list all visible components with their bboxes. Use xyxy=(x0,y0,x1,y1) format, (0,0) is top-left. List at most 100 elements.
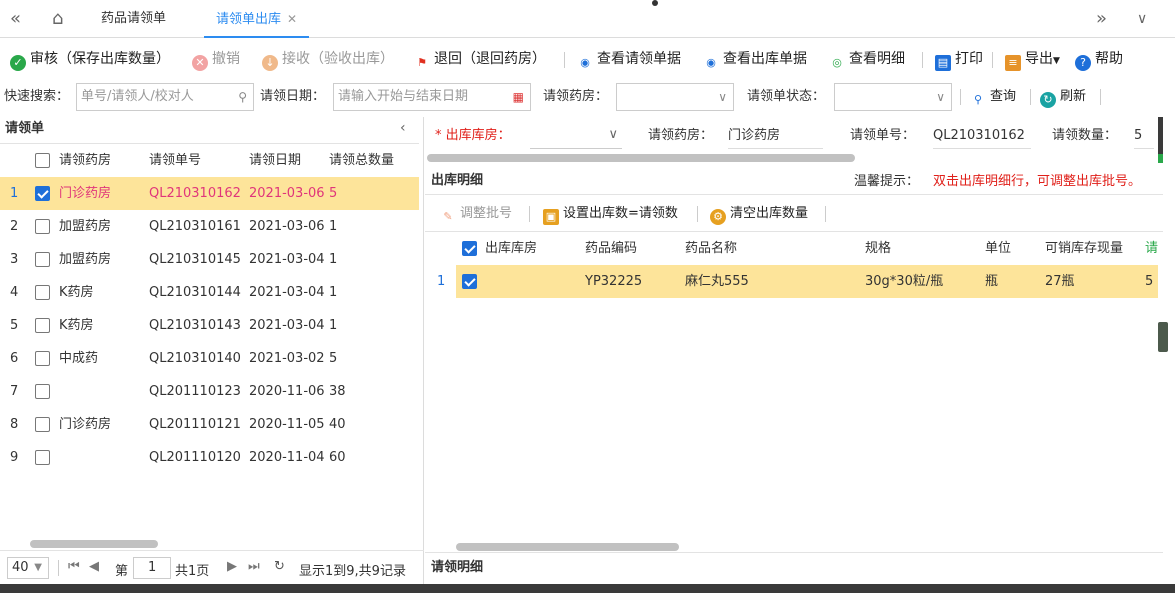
checkbox[interactable] xyxy=(462,274,477,289)
date-placeholder: 请输入开始与结束日期 xyxy=(338,89,469,104)
checkbox[interactable] xyxy=(35,351,50,366)
column-header[interactable]: 请领药房 xyxy=(59,144,111,177)
row-checkbox[interactable] xyxy=(462,265,477,298)
column-header[interactable]: 出库库房 xyxy=(485,232,537,265)
column-header[interactable]: 单位 xyxy=(985,232,1011,265)
row-checkbox[interactable] xyxy=(35,408,50,441)
checkbox[interactable] xyxy=(35,219,50,234)
return-button[interactable]: ⚑ 退回（退回药房） xyxy=(414,44,546,74)
last-page-icon[interactable]: ⏭ xyxy=(248,559,260,574)
cell-date: 2020-11-04 xyxy=(249,450,325,465)
view-request-label: 查看请领单据 xyxy=(597,51,681,67)
checkbox[interactable] xyxy=(35,153,50,168)
out-store-select[interactable]: ∨ xyxy=(530,125,622,149)
table-row[interactable]: 9 QL201110120 2020-11-04 60 xyxy=(0,441,419,474)
table-row[interactable]: 7 QL201110123 2020-11-06 38 xyxy=(0,375,419,408)
checkbox[interactable] xyxy=(35,252,50,267)
cell-date: 2020-11-06 xyxy=(249,384,325,399)
status-select[interactable]: ∨ xyxy=(834,83,952,111)
search-bar: 快速搜索： 单号/请领人/校对人 ⚲ 请领日期： 请输入开始与结束日期 ▦ 请领药房… xyxy=(0,82,1175,112)
collapse-left-icon[interactable]: ‹ xyxy=(400,120,406,136)
column-header[interactable]: 请领单号 xyxy=(149,144,201,177)
query-button[interactable]: ⚲ 查询 xyxy=(970,82,1016,112)
search-icon[interactable]: ⚲ xyxy=(238,84,247,110)
request-pharmacy-label: 请领药房： xyxy=(648,128,714,143)
detail-row[interactable]: 1 YP32225 麻仁丸555 30g*30粒/瓶 瓶 27瓶 5 xyxy=(425,265,1158,298)
reload-icon[interactable]: ↻ xyxy=(274,559,285,574)
page-size-select[interactable]: 40 ▼ xyxy=(7,557,49,579)
tab-request-outbound[interactable]: 请领单出库 ✕ xyxy=(204,0,310,38)
table-row[interactable]: 3 加盟药房 QL210310145 2021-03-04 1 xyxy=(0,243,419,276)
request-list-panel: 请领单 ‹ 请领药房 请领单号 请领日期 请领总数量 1 门诊药房 QL210310… xyxy=(0,117,424,593)
horizontal-scrollbar[interactable] xyxy=(456,543,679,551)
checkbox[interactable] xyxy=(35,450,50,465)
column-header[interactable]: 请领总数量 xyxy=(329,144,394,177)
row-checkbox[interactable] xyxy=(35,276,50,309)
receive-button[interactable]: ↓ 接收（验收出库） xyxy=(262,44,394,74)
horizontal-scrollbar[interactable] xyxy=(30,540,158,548)
refresh-button[interactable]: ↻ 刷新 xyxy=(1040,82,1086,112)
table-row[interactable]: 1 门诊药房 QL210310162 2021-03-06 5 xyxy=(0,177,419,210)
set-qty-button[interactable]: ▣ 设置出库数=请领数 xyxy=(543,199,678,229)
cell-spec: 30g*30粒/瓶 xyxy=(865,274,944,289)
column-header[interactable]: 药品名称 xyxy=(685,232,737,265)
taskbar xyxy=(0,584,1175,593)
revoke-button[interactable]: ✕ 撤销 xyxy=(192,44,240,74)
row-checkbox[interactable] xyxy=(35,441,50,474)
header-scrollbar[interactable] xyxy=(427,154,855,162)
page-number-input[interactable]: 1 xyxy=(133,557,171,579)
checkbox[interactable] xyxy=(35,417,50,432)
view-detail-button[interactable]: ◎ 查看明细 xyxy=(829,44,905,74)
vertical-scrollbar[interactable] xyxy=(1158,322,1168,352)
checkbox[interactable] xyxy=(35,186,50,201)
column-header[interactable]: 规格 xyxy=(865,232,891,265)
row-checkbox[interactable] xyxy=(35,243,50,276)
checkbox[interactable] xyxy=(35,318,50,333)
row-checkbox[interactable] xyxy=(35,177,50,210)
column-header[interactable]: 可销库存现量 xyxy=(1045,232,1123,265)
select-all-checkbox[interactable] xyxy=(35,144,50,177)
table-row[interactable]: 2 加盟药房 QL210310161 2021-03-06 1 xyxy=(0,210,419,243)
chevron-down-icon[interactable]: ∨ xyxy=(1137,8,1147,30)
adjust-batch-button[interactable]: ✎ 调整批号 xyxy=(440,199,512,229)
row-checkbox[interactable] xyxy=(35,309,50,342)
request-no-value: QL210310162 xyxy=(933,125,1031,149)
view-outbound-button[interactable]: ◉ 查看出库单据 xyxy=(703,44,807,74)
next-page-icon[interactable]: ▶ xyxy=(227,559,237,574)
quick-search-input[interactable]: 单号/请领人/校对人 ⚲ xyxy=(76,83,254,111)
table-row[interactable]: 5 K药房 QL210310143 2021-03-04 1 xyxy=(0,309,419,342)
first-page-icon[interactable]: ⏮ xyxy=(68,559,80,574)
calendar-icon[interactable]: ▦ xyxy=(513,84,524,110)
adjust-batch-label: 调整批号 xyxy=(460,206,513,221)
help-button[interactable]: ? 帮助 xyxy=(1075,44,1123,74)
home-icon[interactable]: ⌂ xyxy=(52,8,63,30)
double-chevron-right-icon[interactable]: » xyxy=(1096,8,1107,30)
column-header[interactable]: 请领日期 xyxy=(249,144,301,177)
tab-drug-request[interactable]: 药品请领单 xyxy=(101,0,166,38)
pharmacy-select[interactable]: ∨ xyxy=(616,83,734,111)
double-chevron-left-icon[interactable]: « xyxy=(10,8,21,30)
clear-qty-button[interactable]: ⚙ 清空出库数量 xyxy=(710,199,808,229)
prev-page-icon[interactable]: ◀ xyxy=(89,559,99,574)
close-icon[interactable]: ✕ xyxy=(287,12,297,26)
table-row[interactable]: 4 K药房 QL210310144 2021-03-04 1 xyxy=(0,276,419,309)
row-checkbox[interactable] xyxy=(35,210,50,243)
table-row[interactable]: 8 门诊药房 QL201110121 2020-11-05 40 xyxy=(0,408,419,441)
column-header[interactable]: 药品编码 xyxy=(585,232,637,265)
column-header[interactable]: 请领 xyxy=(1145,232,1158,265)
table-row[interactable]: 6 中成药 QL210310140 2021-03-02 5 xyxy=(0,342,419,375)
row-checkbox[interactable] xyxy=(35,342,50,375)
print-button[interactable]: ▤ 打印 xyxy=(935,44,983,74)
audit-button[interactable]: ✓ 审核（保存出库数量） xyxy=(10,44,170,74)
checkbox[interactable] xyxy=(462,241,477,256)
chevron-down-icon: ∨ xyxy=(936,90,945,104)
row-checkbox[interactable] xyxy=(35,375,50,408)
select-all-checkbox[interactable] xyxy=(462,232,477,265)
toolbar-divider xyxy=(825,206,826,222)
view-request-button[interactable]: ◉ 查看请领单据 xyxy=(577,44,681,74)
checkbox[interactable] xyxy=(35,285,50,300)
date-range-input[interactable]: 请输入开始与结束日期 ▦ xyxy=(333,83,531,111)
search-divider xyxy=(960,89,961,105)
export-button[interactable]: ≡ 导出▼ xyxy=(1005,44,1060,74)
checkbox[interactable] xyxy=(35,384,50,399)
